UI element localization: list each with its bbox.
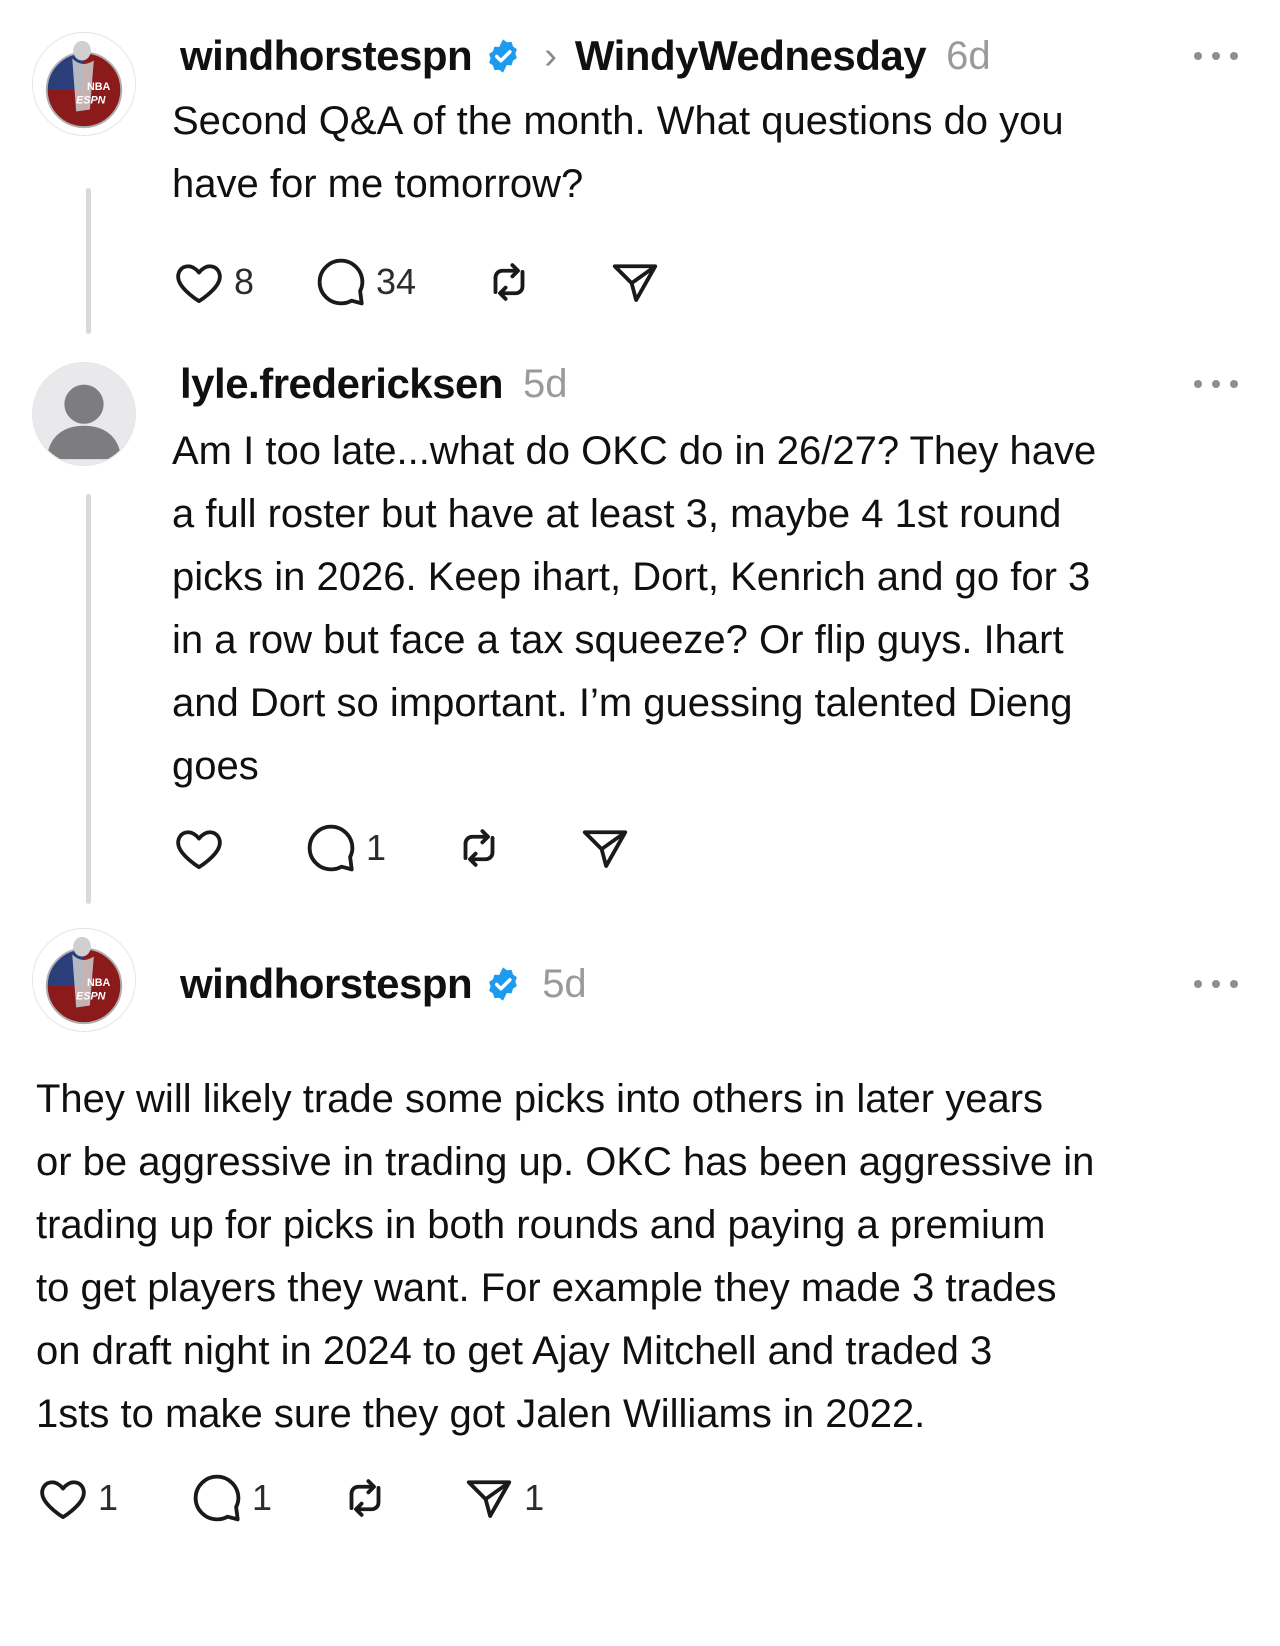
reply-button[interactable]: 1 [304,821,386,875]
share-count: 1 [524,1477,545,1518]
post-header: lyle.fredericksen 5d [180,354,568,414]
reply-button[interactable]: 34 [314,255,416,309]
like-button[interactable] [172,821,234,875]
comment-icon [307,824,355,872]
repost-button[interactable] [338,1471,392,1525]
more-options-icon[interactable] [1194,50,1238,62]
thread-line [86,494,91,904]
svg-text:NBA: NBA [87,81,111,93]
action-bar: 1 1 1 [36,1468,544,1528]
heart-icon [176,264,222,304]
post-text: Second Q&A of the month. What questions … [172,99,1064,206]
reply-count: 1 [366,827,387,868]
action-bar: 1 [172,818,632,878]
send-icon [582,830,628,868]
heart-icon [40,1480,86,1520]
username[interactable]: windhorstespn [180,32,473,80]
timestamp: 6d [946,33,991,78]
avatar[interactable]: NBA ESPN [32,928,136,1032]
like-count: 1 [98,1477,119,1518]
default-user-icon [33,363,135,465]
username[interactable]: windhorstespn [180,960,473,1008]
svg-text:ESPN: ESPN [76,991,106,1003]
thread-line [86,188,91,334]
reply-button[interactable]: 1 [190,1471,272,1525]
reply-count: 1 [252,1477,273,1518]
heart-icon [176,830,222,870]
verified-badge-icon [489,39,518,73]
repost-button[interactable] [482,255,536,309]
repost-icon [463,829,495,867]
action-bar: 8 34 [172,252,662,312]
comment-icon [317,258,365,306]
nba-espn-logo-icon: NBA ESPN [33,929,135,1031]
repost-button[interactable] [452,821,506,875]
svg-text:NBA: NBA [87,977,111,989]
nba-espn-logo-icon: NBA ESPN [33,33,135,135]
avatar[interactable]: NBA ESPN [32,32,136,136]
share-button[interactable] [608,255,662,309]
like-button[interactable]: 8 [172,255,254,309]
post-header: windhorstespn › WindyWednesday 6d [180,26,991,86]
reply-count: 34 [376,261,417,302]
verified-badge-icon [489,967,518,1001]
post-text: Am I too late...what do OKC do in 26/27?… [172,429,1097,788]
svg-text:ESPN: ESPN [76,95,106,107]
comment-icon [193,1474,241,1522]
community-tag[interactable]: WindyWednesday [575,32,927,80]
repost-icon [493,263,525,301]
timestamp: 5d [523,361,568,406]
like-button[interactable]: 1 [36,1471,118,1525]
send-icon [612,264,658,302]
timestamp: 5d [542,961,587,1006]
like-count: 8 [234,261,255,302]
more-options-icon[interactable] [1194,978,1238,990]
share-button[interactable] [578,821,632,875]
post-header: windhorstespn 5d [180,954,587,1014]
chevron-right-icon: › [544,34,557,77]
share-button[interactable]: 1 [462,1471,544,1525]
send-icon [466,1480,512,1518]
repost-icon [349,1479,381,1517]
more-options-icon[interactable] [1194,378,1238,390]
username[interactable]: lyle.fredericksen [180,360,504,408]
post-text: They will likely trade some picks into o… [36,1077,1095,1436]
avatar[interactable] [32,362,136,466]
